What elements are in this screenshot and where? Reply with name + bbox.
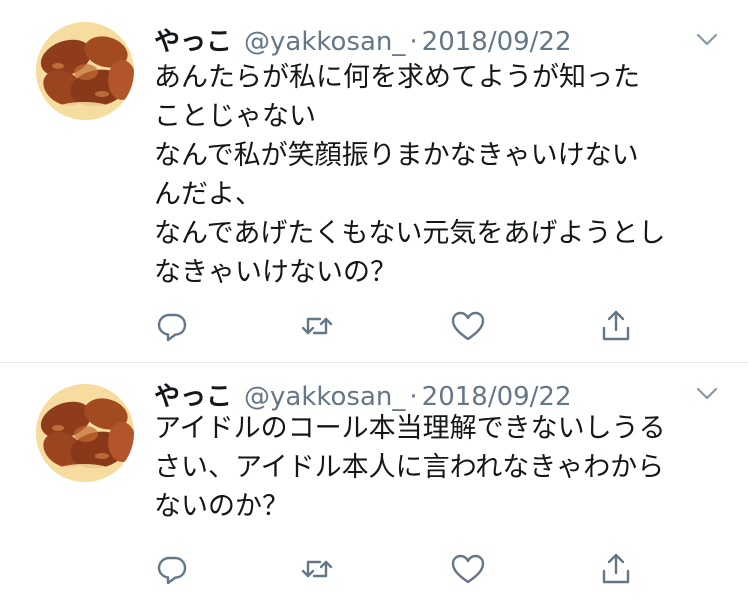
reply-icon[interactable] xyxy=(154,308,190,344)
tweet-text-line: ないのか？ xyxy=(154,491,289,522)
chevron-down-icon[interactable] xyxy=(696,386,718,400)
chevron-down-icon[interactable] xyxy=(696,32,718,46)
tweet-text-line: あんたらが私に何を求めてようが知った xyxy=(154,62,640,93)
tweet-actions xyxy=(154,551,634,587)
retweet-icon[interactable] xyxy=(299,551,335,587)
user-handle[interactable]: @yakkosan_ xyxy=(244,26,405,58)
reply-icon[interactable] xyxy=(154,551,190,587)
timeline: やっこ @yakkosan_ · 2018/09/22 あんたらが私に何を求めて… xyxy=(0,0,748,605)
tweet-text-line: さい、アイドル本人に言われなきゃわから xyxy=(154,452,665,483)
tweet[interactable]: やっこ @yakkosan_ · 2018/09/22 アイドルのコール本当理解… xyxy=(0,363,748,605)
share-icon[interactable] xyxy=(598,551,634,587)
tweet[interactable]: やっこ @yakkosan_ · 2018/09/22 あんたらが私に何を求めて… xyxy=(0,0,748,363)
tweet-text-line: なんであげたくもない元気をあげようとし xyxy=(154,218,666,249)
heart-icon[interactable] xyxy=(450,551,486,587)
tweet-text-line: ことじゃない xyxy=(154,101,316,132)
retweet-icon[interactable] xyxy=(299,308,335,344)
tweet-text-line: アイドルのコール本当理解できないしうる xyxy=(154,413,666,444)
heart-icon[interactable] xyxy=(450,308,486,344)
avatar[interactable] xyxy=(36,22,134,120)
tweet-text: アイドルのコール本当理解できないしうる さい、アイドル本人に言われなきゃわから … xyxy=(154,409,729,526)
avatar[interactable] xyxy=(36,384,134,482)
tweet-text-line: なんで私が笑顔振りまかなきゃいけない xyxy=(154,140,639,171)
tweet-header: やっこ @yakkosan_ · 2018/09/22 xyxy=(154,26,572,58)
tweet-text-line: んだよ、 xyxy=(154,179,262,210)
tweet-date[interactable]: 2018/09/22 xyxy=(422,26,572,58)
separator: · xyxy=(409,27,418,57)
tweet-actions xyxy=(154,308,634,344)
display-name[interactable]: やっこ xyxy=(154,26,232,58)
share-icon[interactable] xyxy=(598,308,634,344)
tweet-text-line: なきゃいけないの？ xyxy=(154,257,397,288)
tweet-text: あんたらが私に何を求めてようが知った ことじゃない なんで私が笑顔振りまかなきゃ… xyxy=(154,58,729,292)
